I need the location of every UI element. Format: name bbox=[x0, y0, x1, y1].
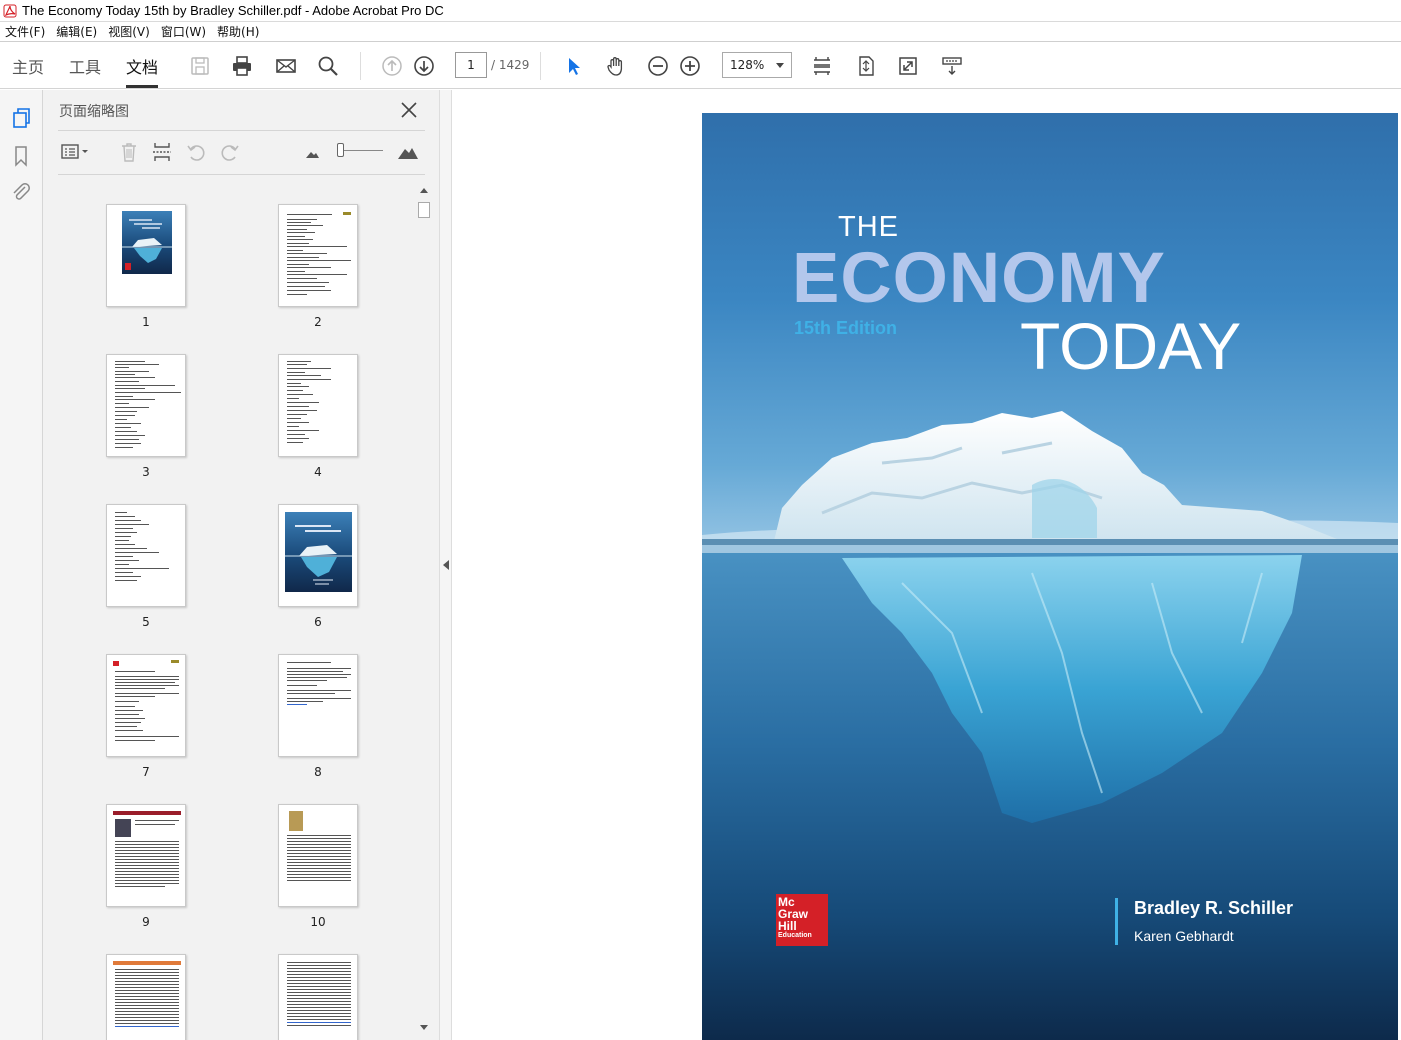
full-screen-icon[interactable] bbox=[896, 54, 920, 78]
zoom-value: 128% bbox=[730, 58, 765, 72]
panel-splitter[interactable] bbox=[439, 90, 452, 1040]
menu-edit[interactable]: 编辑(E) bbox=[51, 23, 103, 40]
mcgraw-hill-logo: Mc Graw Hill Education bbox=[776, 894, 828, 946]
menu-view[interactable]: 视图(V) bbox=[103, 23, 156, 40]
page-thumbnail[interactable] bbox=[278, 654, 358, 757]
tab-home[interactable]: 主页 bbox=[12, 54, 44, 78]
tab-document[interactable]: 文档 bbox=[126, 54, 158, 78]
scroll-up-arrow-icon[interactable] bbox=[420, 188, 428, 193]
scroll-down-arrow-icon[interactable] bbox=[420, 1025, 428, 1030]
tab-tools[interactable]: 工具 bbox=[69, 54, 101, 78]
cover-thumbnail-image bbox=[122, 211, 172, 274]
toolbar-separator bbox=[360, 52, 361, 80]
page-thumbnail[interactable] bbox=[106, 204, 186, 307]
title-bar: The Economy Today 15th by Bradley Schill… bbox=[0, 0, 1401, 22]
thumbnail-size-slider-handle[interactable] bbox=[337, 143, 344, 157]
zoom-in-icon[interactable] bbox=[678, 54, 702, 78]
page-thumbnail[interactable] bbox=[106, 654, 186, 757]
thumbnail-page-number: 5 bbox=[142, 615, 150, 629]
chevron-down-icon[interactable] bbox=[776, 62, 784, 68]
print-icon[interactable] bbox=[230, 54, 254, 78]
thumbnail-page-number: 3 bbox=[142, 465, 150, 479]
acrobat-app-icon bbox=[3, 4, 17, 17]
page-number-input[interactable]: 1 bbox=[455, 52, 487, 78]
scrollbar-thumb[interactable] bbox=[418, 202, 430, 218]
active-tab-indicator bbox=[126, 85, 158, 88]
save-icon[interactable] bbox=[188, 54, 212, 78]
menu-window[interactable]: 窗口(W) bbox=[156, 23, 212, 40]
thumbnail-scrollbar[interactable] bbox=[416, 182, 432, 1037]
panel-title: 页面缩略图 bbox=[59, 104, 129, 120]
page-thumbnail[interactable] bbox=[106, 954, 186, 1040]
document-view[interactable]: THE ECONOMY 15th Edition TODAY Mc Graw H… bbox=[452, 90, 1401, 1040]
menu-bar: 文件(F) 编辑(E) 视图(V) 窗口(W) 帮助(H) bbox=[0, 22, 1401, 42]
smaller-thumbnails-icon[interactable] bbox=[299, 140, 325, 164]
bookmarks-icon[interactable] bbox=[9, 144, 33, 168]
fit-page-icon[interactable] bbox=[854, 54, 878, 78]
page-thumbnail[interactable] bbox=[278, 354, 358, 457]
close-icon[interactable] bbox=[399, 100, 419, 120]
insert-pages-icon[interactable] bbox=[149, 140, 175, 164]
page-thumbnail[interactable] bbox=[278, 204, 358, 307]
page-thumbnail[interactable] bbox=[106, 504, 186, 607]
main-toolbar: 主页 工具 文档 bbox=[0, 43, 1401, 89]
toolbar-separator bbox=[540, 52, 541, 80]
page-thumbnail[interactable] bbox=[278, 804, 358, 907]
page-thumbnail[interactable] bbox=[278, 954, 358, 1040]
thumbnail-page-number: 2 bbox=[314, 315, 322, 329]
thumbnail-page-number: 10 bbox=[310, 915, 326, 929]
menu-help[interactable]: 帮助(H) bbox=[212, 23, 265, 40]
page-total-label: / 1429 bbox=[491, 58, 530, 72]
page-thumbnails-panel: 页面缩略图 1 2 3 4 5 6 7 8 9 10 bbox=[43, 90, 439, 1040]
options-menu-icon[interactable] bbox=[59, 140, 91, 164]
panel-divider bbox=[58, 174, 425, 175]
thumbnail-size-slider[interactable] bbox=[338, 150, 383, 151]
cover-edition: 15th Edition bbox=[794, 318, 897, 338]
page-thumbnail[interactable] bbox=[278, 504, 358, 607]
select-cursor-icon[interactable] bbox=[562, 54, 586, 78]
thumbnail-page-number: 7 bbox=[142, 765, 150, 779]
scroll-mode-icon[interactable] bbox=[810, 54, 834, 78]
thumbnail-page-number: 6 bbox=[314, 615, 322, 629]
book-cover-page: THE ECONOMY 15th Edition TODAY Mc Graw H… bbox=[702, 113, 1398, 1040]
next-page-icon[interactable] bbox=[412, 54, 436, 78]
attachments-icon[interactable] bbox=[9, 180, 33, 204]
window-title: The Economy Today 15th by Bradley Schill… bbox=[22, 3, 444, 18]
page-thumbnail[interactable] bbox=[106, 354, 186, 457]
hand-tool-icon[interactable] bbox=[604, 54, 628, 78]
thumbnail-page-number: 8 bbox=[314, 765, 322, 779]
menu-file[interactable]: 文件(F) bbox=[0, 23, 51, 40]
previous-page-icon[interactable] bbox=[380, 54, 404, 78]
search-icon[interactable] bbox=[316, 54, 340, 78]
page-thumbnail[interactable] bbox=[106, 804, 186, 907]
zoom-select[interactable]: 128% bbox=[722, 52, 792, 78]
author-accent-bar bbox=[1115, 898, 1118, 945]
thumbnail-page-number: 4 bbox=[314, 465, 322, 479]
acrobat-window: { "window": { "title": "The Economy Toda… bbox=[0, 0, 1401, 1040]
cover-thumbnail-image bbox=[285, 512, 352, 592]
thumbnail-list[interactable]: 1 2 3 4 5 6 7 8 9 10 bbox=[58, 182, 433, 1040]
rotate-left-icon[interactable] bbox=[183, 140, 209, 164]
read-mode-icon[interactable] bbox=[940, 54, 964, 78]
page-thumbnails-icon[interactable] bbox=[9, 106, 33, 130]
author-secondary: Karen Gebhardt bbox=[1134, 928, 1234, 944]
delete-page-icon[interactable] bbox=[116, 140, 142, 164]
cover-title-today: TODAY bbox=[1020, 309, 1242, 383]
larger-thumbnails-icon[interactable] bbox=[395, 140, 421, 164]
author-primary: Bradley R. Schiller bbox=[1134, 898, 1294, 918]
thumbnail-page-number: 1 bbox=[142, 315, 150, 329]
thumbnail-page-number: 9 bbox=[142, 915, 150, 929]
panel-divider bbox=[58, 130, 425, 131]
collapse-panel-icon[interactable] bbox=[443, 560, 449, 570]
zoom-out-icon[interactable] bbox=[646, 54, 670, 78]
email-icon[interactable] bbox=[274, 54, 298, 78]
navigation-rail bbox=[0, 90, 43, 1040]
rotate-right-icon[interactable] bbox=[217, 140, 243, 164]
